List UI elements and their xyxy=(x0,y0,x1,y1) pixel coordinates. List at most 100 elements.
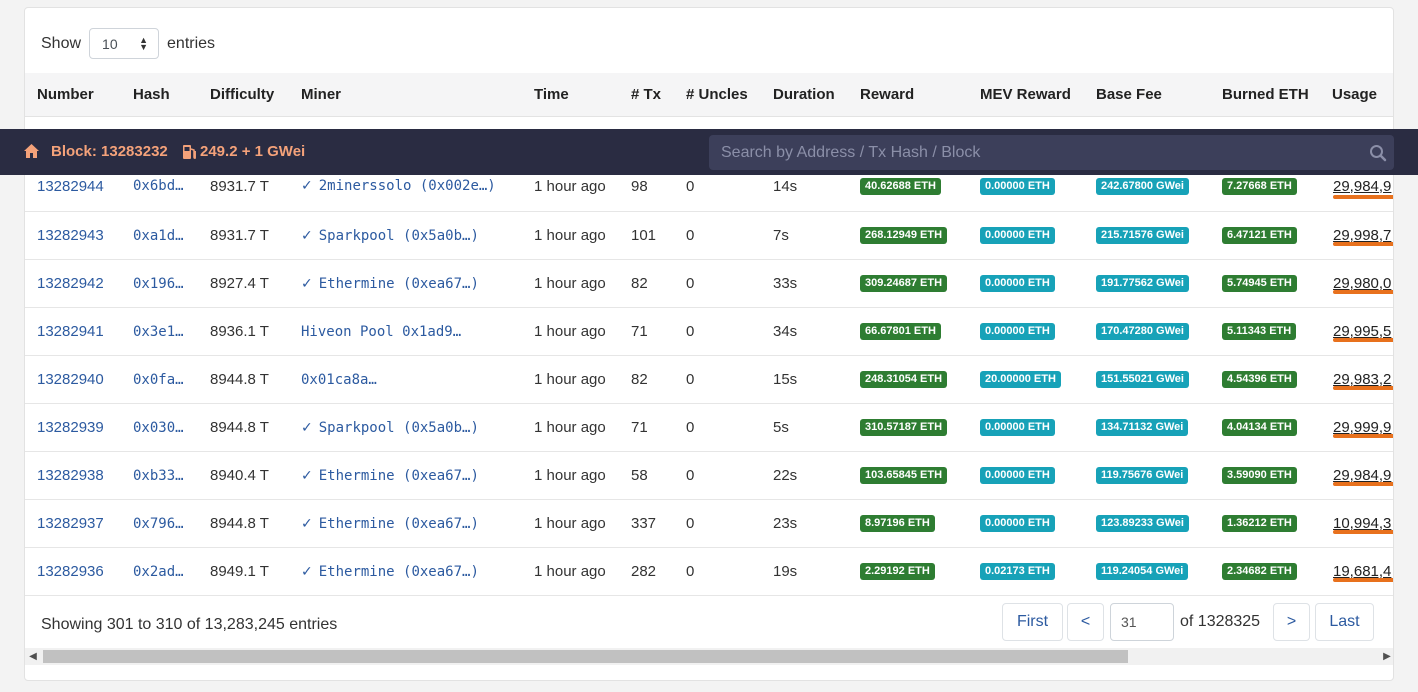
mev-reward-badge: 0.00000 ETH xyxy=(980,227,1055,244)
search-input[interactable]: Search by Address / Tx Hash / Block xyxy=(709,135,1394,170)
mev-reward-badge: 0.00000 ETH xyxy=(980,177,1055,195)
verified-check-icon: ✓ xyxy=(301,467,313,484)
column-header-miner[interactable]: Miner xyxy=(301,73,341,117)
block-hash-link[interactable]: 0xb33… xyxy=(133,452,184,499)
miner-link[interactable]: Hiveon Pool 0x1ad9… xyxy=(301,308,461,355)
burned-eth-badge: 4.04134 ETH xyxy=(1222,419,1297,436)
base-fee-badge: 191.77562 GWei xyxy=(1096,275,1189,292)
base-fee-badge: 151.55021 GWei xyxy=(1096,371,1189,388)
block-number-link[interactable]: 13282940 xyxy=(37,356,104,403)
column-header-base-fee[interactable]: Base Fee xyxy=(1096,73,1162,117)
burned-eth-badge: 2.34682 ETH xyxy=(1222,563,1297,580)
time-value: 1 hour ago xyxy=(534,227,606,244)
burned-eth-badge: 4.54396 ETH xyxy=(1222,371,1297,388)
miner-name: Ethermine (0xea67…) xyxy=(318,563,479,580)
column-header-mev-reward[interactable]: MEV Reward xyxy=(980,73,1071,117)
block-hash-link[interactable]: 0xa1d… xyxy=(133,212,184,259)
block-hash-link[interactable]: 0x2ad… xyxy=(133,548,184,595)
usage-bar xyxy=(1333,242,1393,246)
entries-select[interactable]: 10 ▲ ▼ xyxy=(89,28,160,59)
verified-check-icon: ✓ xyxy=(301,227,313,244)
usage-cell: 29,995,5 xyxy=(1333,308,1393,355)
scroll-left-arrow-icon[interactable]: ◀ xyxy=(25,648,41,665)
difficulty-value: 8931.7 T xyxy=(210,227,269,244)
verified-check-icon: ✓ xyxy=(301,419,313,436)
prev-page-button[interactable]: < xyxy=(1067,603,1104,641)
duration-value: 34s xyxy=(773,323,798,340)
verified-check-icon: ✓ xyxy=(301,275,313,292)
block-hash-link[interactable]: 0x030… xyxy=(133,404,184,451)
search-icon[interactable] xyxy=(1369,144,1387,167)
miner-link[interactable]: ✓ Ethermine (0xea67…) xyxy=(301,548,479,595)
block-hash-link[interactable]: 0x0fa… xyxy=(133,356,184,403)
latest-block-link[interactable]: Block: 13283232 xyxy=(51,129,168,175)
block-number-link[interactable]: 13282939 xyxy=(37,404,104,451)
usage-bar xyxy=(1333,434,1393,438)
horizontal-scrollbar[interactable]: ◀ ▶ xyxy=(25,648,1393,665)
miner-link[interactable]: ✓ Sparkpool (0x5a0b…) xyxy=(301,212,479,259)
table-row: 13282939 0x030… 8944.8 T ✓ Sparkpool (0x5… xyxy=(25,404,1393,452)
burned-eth-badge: 6.47121 ETH xyxy=(1222,227,1297,244)
usage-cell: 29,983,2 xyxy=(1333,356,1393,403)
base-fee-badge: 119.75676 GWei xyxy=(1096,467,1189,484)
block-number-link[interactable]: 13282938 xyxy=(37,452,104,499)
burned-eth-badge: 3.59090 ETH xyxy=(1222,467,1297,484)
mev-reward-badge: 20.00000 ETH xyxy=(980,371,1061,388)
block-number-link[interactable]: 13282936 xyxy=(37,548,104,595)
first-page-button[interactable]: First xyxy=(1002,603,1063,641)
column-header-duration[interactable]: Duration xyxy=(773,73,835,117)
usage-bar xyxy=(1333,482,1393,486)
miner-link[interactable]: ✓ Ethermine (0xea67…) xyxy=(301,452,479,499)
column-header-reward[interactable]: Reward xyxy=(860,73,914,117)
block-number-link[interactable]: 13282941 xyxy=(37,308,104,355)
base-fee-badge: 242.67800 GWei xyxy=(1096,177,1189,195)
usage-cell: 29,998,7 xyxy=(1333,212,1393,259)
uncles-count: 0 xyxy=(686,515,695,532)
block-number-link[interactable]: 13282943 xyxy=(37,212,104,259)
difficulty-value: 8944.8 T xyxy=(210,371,269,388)
page-number-input[interactable]: 31 xyxy=(1110,603,1174,641)
miner-link[interactable]: ✓ Ethermine (0xea67…) xyxy=(301,260,479,307)
usage-cell: 29,999,9 xyxy=(1333,404,1393,451)
usage-bar xyxy=(1333,530,1393,534)
block-hash-link[interactable]: 0x196… xyxy=(133,260,184,307)
column-header-time[interactable]: Time xyxy=(534,73,569,117)
block-hash-link[interactable]: 0x3e1… xyxy=(133,308,184,355)
miner-link[interactable]: ✓ Ethermine (0xea67…) xyxy=(301,500,479,547)
burned-eth-badge: 5.11343 ETH xyxy=(1222,323,1297,340)
column-header-difficulty[interactable]: Difficulty xyxy=(210,73,274,117)
time-value: 1 hour ago xyxy=(534,467,606,484)
column-header-tx[interactable]: # Tx xyxy=(631,73,661,117)
scrollbar-thumb[interactable] xyxy=(43,650,1128,663)
top-navbar: Block: 13283232 249.2 + 1 GWei Search by… xyxy=(0,129,1418,175)
difficulty-value: 8944.8 T xyxy=(210,515,269,532)
home-icon[interactable] xyxy=(23,143,40,164)
column-header-burned-eth[interactable]: Burned ETH xyxy=(1222,73,1309,117)
base-fee-badge: 123.89233 GWei xyxy=(1096,515,1189,532)
reward-badge: 8.97196 ETH xyxy=(860,515,935,532)
block-number-link[interactable]: 13282937 xyxy=(37,500,104,547)
miner-link[interactable]: ✓ Sparkpool (0x5a0b…) xyxy=(301,404,479,451)
block-number-link[interactable]: 13282942 xyxy=(37,260,104,307)
scroll-right-arrow-icon[interactable]: ▶ xyxy=(1379,648,1393,665)
usage-cell: 19,681,4 xyxy=(1333,548,1393,595)
miner-link[interactable]: 0x01ca8a… xyxy=(301,356,377,403)
column-header-number[interactable]: Number xyxy=(37,73,94,117)
block-hash-link[interactable]: 0x796… xyxy=(133,500,184,547)
usage-cell: 10,994,3 xyxy=(1333,500,1393,547)
duration-value: 7s xyxy=(773,227,789,244)
column-header-hash[interactable]: Hash xyxy=(133,73,170,117)
last-page-button[interactable]: Last xyxy=(1315,603,1374,641)
select-arrows-icon: ▲ ▼ xyxy=(139,34,149,52)
duration-value: 23s xyxy=(773,515,798,532)
table-row: 13282941 0x3e1… 8936.1 T Hiveon Pool 0x1… xyxy=(25,308,1393,356)
tx-count: 58 xyxy=(631,467,648,484)
usage-value: 10,994,3 xyxy=(1333,515,1392,532)
column-header-uncles[interactable]: # Uncles xyxy=(686,73,748,117)
next-page-button[interactable]: > xyxy=(1273,603,1310,641)
column-header-usage[interactable]: Usage xyxy=(1332,73,1377,117)
usage-value: 29,980,0 xyxy=(1333,275,1392,292)
table-row: 13282942 0x196… 8927.4 T ✓ Ethermine (0xe… xyxy=(25,260,1393,308)
mev-reward-badge: 0.00000 ETH xyxy=(980,275,1055,292)
tx-count: 337 xyxy=(631,515,657,532)
